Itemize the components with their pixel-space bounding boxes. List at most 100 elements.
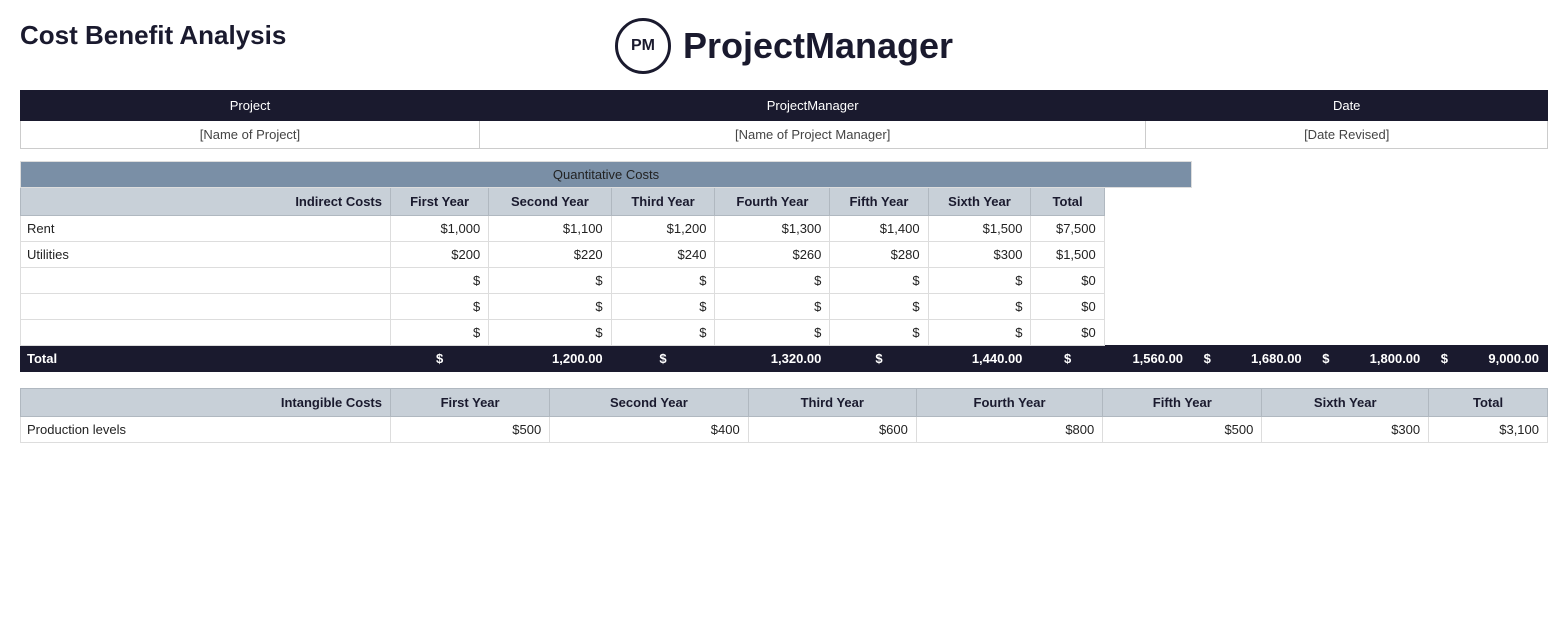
total-y5: 1,680.00 (1223, 346, 1310, 372)
col-header-sixth-year: Sixth Year (928, 188, 1031, 216)
total-y2: 1,320.00 (715, 346, 830, 372)
row-rent-y6: $1,500 (928, 216, 1031, 242)
col-header-fifth-year: Fifth Year (830, 188, 928, 216)
table-row: Rent $1,000 $1,100 $1,200 $1,300 $1,400 … (21, 216, 1548, 242)
row-empty2-y1: $ (391, 294, 489, 320)
info-value-pm: [Name of Project Manager] (479, 121, 1145, 149)
row-rent-y4: $1,300 (715, 216, 830, 242)
row-empty3-y5: $ (830, 320, 928, 346)
row-empty1-total: $0 (1031, 268, 1104, 294)
intangible-col-total: Total (1429, 389, 1548, 417)
row-empty2-total: $0 (1031, 294, 1104, 320)
total-prefix-y2: $ (611, 346, 715, 372)
row-util-y3: $240 (611, 242, 715, 268)
col-header-second-year: Second Year (489, 188, 611, 216)
row-prod-y4: $800 (916, 417, 1102, 443)
col-header-fourth-year: Fourth Year (715, 188, 830, 216)
row-prod-y2: $400 (550, 417, 749, 443)
row-rent-y5: $1,400 (830, 216, 928, 242)
row-prod-y5: $500 (1103, 417, 1262, 443)
intangible-col-y1: First Year (391, 389, 550, 417)
row-empty3-y4: $ (715, 320, 830, 346)
row-prod-y3: $600 (748, 417, 916, 443)
row-prod-y6: $300 (1262, 417, 1429, 443)
col-header-indirect: Indirect Costs (21, 188, 391, 216)
total-prefix-y3: $ (830, 346, 928, 372)
row-util-y1: $200 (391, 242, 489, 268)
info-bar: Project ProjectManager Date [Name of Pro… (20, 90, 1548, 149)
col-header-intangible: Intangible Costs (21, 389, 391, 417)
info-header-project: Project (21, 91, 480, 121)
info-value-project: [Name of Project] (21, 121, 480, 149)
row-util-y2: $220 (489, 242, 611, 268)
total-prefix-y1: $ (391, 346, 489, 372)
row-empty3-y2: $ (489, 320, 611, 346)
logo-area: PM ProjectManager (615, 10, 953, 82)
row-empty1-y4: $ (715, 268, 830, 294)
row-util-y4: $260 (715, 242, 830, 268)
logo-name: ProjectManager (683, 25, 953, 67)
page: Cost Benefit Analysis PM ProjectManager … (0, 0, 1568, 626)
row-label-utilities: Utilities (21, 242, 391, 268)
row-empty3-y6: $ (928, 320, 1031, 346)
row-rent-y3: $1,200 (611, 216, 715, 242)
section-title-quantitative: Quantitative Costs (21, 162, 1192, 188)
row-empty2-y6: $ (928, 294, 1031, 320)
intangible-costs-table: Intangible Costs First Year Second Year … (20, 388, 1548, 443)
row-util-y5: $280 (830, 242, 928, 268)
total-y6: 1,800.00 (1341, 346, 1428, 372)
row-label-empty2 (21, 294, 391, 320)
row-util-total: $1,500 (1031, 242, 1104, 268)
table-row: $ $ $ $ $ $ $0 (21, 320, 1548, 346)
total-total: 9,000.00 (1460, 346, 1547, 372)
total-label: Total (21, 346, 391, 372)
row-empty2-y5: $ (830, 294, 928, 320)
table-row: $ $ $ $ $ $ $0 (21, 294, 1548, 320)
logo-icon: PM (615, 18, 671, 74)
row-prod-total: $3,100 (1429, 417, 1548, 443)
page-title: Cost Benefit Analysis (20, 20, 286, 51)
row-rent-total: $7,500 (1031, 216, 1104, 242)
row-label-empty3 (21, 320, 391, 346)
total-prefix-y6: $ (1310, 346, 1341, 372)
row-rent-y1: $1,000 (391, 216, 489, 242)
row-rent-y2: $1,100 (489, 216, 611, 242)
table-row: Utilities $200 $220 $240 $260 $280 $300 … (21, 242, 1548, 268)
col-header-first-year: First Year (391, 188, 489, 216)
col-header-total: Total (1031, 188, 1104, 216)
intangible-col-y4: Fourth Year (916, 389, 1102, 417)
total-prefix-y4: $ (1031, 346, 1104, 372)
table-row: Production levels $500 $400 $600 $800 $5… (21, 417, 1548, 443)
row-empty1-y6: $ (928, 268, 1031, 294)
quantitative-costs-table: Quantitative Costs Indirect Costs First … (20, 161, 1548, 372)
row-util-y6: $300 (928, 242, 1031, 268)
info-value-date: [Date Revised] (1146, 121, 1548, 149)
row-empty3-y3: $ (611, 320, 715, 346)
total-row-indirect: Total $ 1,200.00 $ 1,320.00 $ 1,440.00 $… (21, 346, 1548, 372)
intangible-col-y3: Third Year (748, 389, 916, 417)
row-empty1-y2: $ (489, 268, 611, 294)
row-empty2-y2: $ (489, 294, 611, 320)
row-label-empty1 (21, 268, 391, 294)
total-y4: 1,560.00 (1104, 346, 1191, 372)
row-empty1-y1: $ (391, 268, 489, 294)
total-prefix-y5: $ (1192, 346, 1223, 372)
row-empty3-total: $0 (1031, 320, 1104, 346)
row-empty3-y1: $ (391, 320, 489, 346)
header: Cost Benefit Analysis PM ProjectManager (20, 10, 1548, 82)
row-empty2-y3: $ (611, 294, 715, 320)
row-label-production: Production levels (21, 417, 391, 443)
row-empty1-y3: $ (611, 268, 715, 294)
row-label-rent: Rent (21, 216, 391, 242)
total-y1: 1,200.00 (489, 346, 611, 372)
intangible-col-y6: Sixth Year (1262, 389, 1429, 417)
total-prefix-total: $ (1429, 346, 1460, 372)
row-prod-y1: $500 (391, 417, 550, 443)
section-gap (20, 372, 1548, 388)
intangible-col-y2: Second Year (550, 389, 749, 417)
info-header-date: Date (1146, 91, 1548, 121)
row-empty2-y4: $ (715, 294, 830, 320)
table-row: $ $ $ $ $ $ $0 (21, 268, 1548, 294)
row-empty1-y5: $ (830, 268, 928, 294)
col-header-third-year: Third Year (611, 188, 715, 216)
